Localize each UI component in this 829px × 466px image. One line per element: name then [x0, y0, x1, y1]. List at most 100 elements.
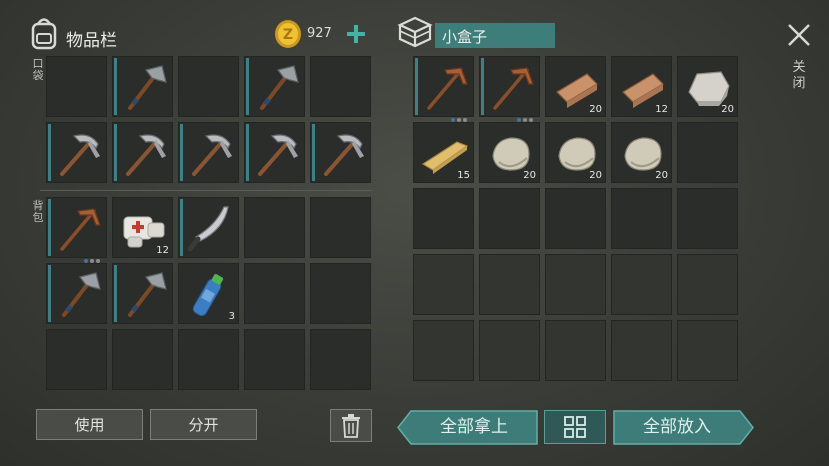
close-button[interactable]: [786, 22, 812, 48]
container-name-field[interactable]: 小盒子: [435, 23, 555, 48]
inventory-slot[interactable]: [46, 263, 107, 324]
hatchet-icon: [260, 65, 299, 110]
durability-bar: [48, 265, 51, 322]
inventory-title: 物品栏: [66, 31, 117, 51]
svg-text:Z: Z: [283, 27, 293, 43]
inventory-slot[interactable]: [178, 197, 239, 258]
section-divider: [40, 190, 372, 191]
take-all-label: 全部拿上: [440, 417, 508, 437]
coin-icon: Z: [274, 19, 302, 49]
durability-bar: [180, 124, 183, 181]
hatchet-icon: [128, 272, 167, 317]
crude-pickaxe-icon: [427, 67, 468, 110]
inventory-slot[interactable]: [611, 320, 672, 381]
inventory-slot[interactable]: 20: [479, 122, 540, 183]
inventory-slot[interactable]: [611, 254, 672, 315]
inventory-slot[interactable]: [244, 263, 305, 324]
box-icon: [397, 16, 433, 48]
quality-dots: [82, 248, 102, 263]
inventory-slot[interactable]: [310, 263, 371, 324]
durability-bar: [312, 124, 315, 181]
inventory-slot[interactable]: [244, 56, 305, 117]
inventory-slot[interactable]: [46, 122, 107, 183]
inventory-slot[interactable]: [479, 320, 540, 381]
inventory-slot[interactable]: [244, 122, 305, 183]
inventory-slot[interactable]: [112, 263, 173, 324]
item-count: 20: [655, 170, 668, 181]
inventory-slot[interactable]: 12: [112, 197, 173, 258]
inventory-slot[interactable]: [413, 320, 474, 381]
durability-bar: [114, 58, 117, 115]
pickaxe-icon: [60, 134, 100, 176]
inventory-slot[interactable]: [178, 122, 239, 183]
item-count: 12: [156, 245, 169, 256]
inventory-slot[interactable]: 20: [545, 56, 606, 117]
inventory-slot[interactable]: [545, 188, 606, 249]
trash-button[interactable]: [330, 409, 372, 442]
hatchet-icon: [62, 272, 101, 317]
inventory-slot[interactable]: [611, 188, 672, 249]
put-all-button[interactable]: 全部放入: [613, 410, 754, 445]
inventory-slot[interactable]: [310, 122, 371, 183]
water-bottle-icon: [192, 274, 224, 317]
inventory-slot[interactable]: 20: [545, 122, 606, 183]
inventory-slot[interactable]: [479, 254, 540, 315]
inventory-slot[interactable]: [413, 188, 474, 249]
backpack-icon: [28, 16, 60, 50]
inventory-slot[interactable]: [413, 56, 474, 122]
durability-bar: [114, 265, 117, 322]
inventory-slot[interactable]: 20: [677, 56, 738, 117]
inventory-slot[interactable]: [310, 329, 371, 390]
item-count: 20: [589, 170, 602, 181]
pocket-label: 口袋: [32, 57, 44, 82]
use-button[interactable]: 使用: [36, 409, 143, 440]
durability-bar: [48, 124, 51, 181]
coin-count: 927: [307, 26, 332, 41]
close-label: 关闭: [792, 60, 806, 91]
inventory-slot[interactable]: [545, 320, 606, 381]
inventory-slot[interactable]: [310, 197, 371, 258]
item-count: 12: [655, 104, 668, 115]
inventory-slot[interactable]: [479, 56, 540, 122]
durability-bar: [246, 124, 249, 181]
inventory-slot[interactable]: [112, 122, 173, 183]
inventory-slot[interactable]: [244, 329, 305, 390]
inventory-slot[interactable]: 15: [413, 122, 474, 183]
inventory-slot[interactable]: 20: [611, 122, 672, 183]
inventory-slot[interactable]: [310, 56, 371, 117]
inventory-slot[interactable]: [677, 254, 738, 315]
inventory-slot[interactable]: [413, 254, 474, 315]
pickaxe-icon: [258, 134, 298, 176]
crude-pickaxe-icon: [60, 208, 101, 251]
sort-button[interactable]: [544, 410, 606, 444]
inventory-slot[interactable]: [46, 197, 107, 263]
inventory-slot[interactable]: [178, 329, 239, 390]
item-count: 20: [721, 104, 734, 115]
item-count: 20: [589, 104, 602, 115]
container-title: 小盒子: [442, 28, 488, 46]
inventory-slot[interactable]: [677, 320, 738, 381]
inventory-slot[interactable]: 12: [611, 56, 672, 117]
inventory-slot[interactable]: [178, 56, 239, 117]
plus-icon: [347, 25, 365, 43]
pickaxe-icon: [126, 134, 166, 176]
put-all-label: 全部放入: [643, 417, 711, 437]
inventory-slot[interactable]: [112, 56, 173, 117]
take-all-button[interactable]: 全部拿上: [397, 410, 538, 445]
inventory-slot[interactable]: [677, 188, 738, 249]
inventory-slot[interactable]: 3: [178, 263, 239, 324]
machete-icon: [187, 206, 229, 252]
split-button[interactable]: 分开: [150, 409, 257, 440]
inventory-slot[interactable]: [479, 188, 540, 249]
inventory-slot[interactable]: [545, 254, 606, 315]
inventory-slot[interactable]: [112, 329, 173, 390]
close-icon: [788, 24, 810, 46]
inventory-slot[interactable]: [46, 329, 107, 390]
item-count: 15: [457, 170, 470, 181]
add-coins-button[interactable]: [344, 22, 368, 46]
inventory-slot[interactable]: [677, 122, 738, 183]
inventory-slot[interactable]: [46, 56, 107, 117]
durability-bar: [246, 58, 249, 115]
inventory-slot[interactable]: [244, 197, 305, 258]
durability-bar: [114, 124, 117, 181]
